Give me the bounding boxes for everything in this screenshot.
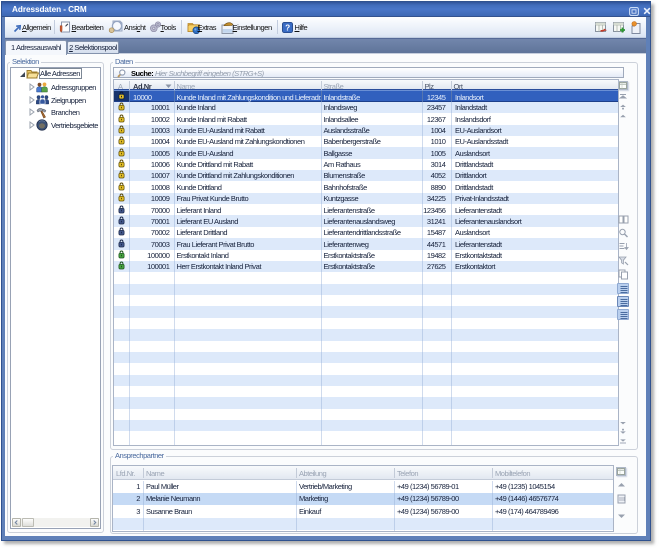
- svg-text:?: ?: [285, 23, 290, 32]
